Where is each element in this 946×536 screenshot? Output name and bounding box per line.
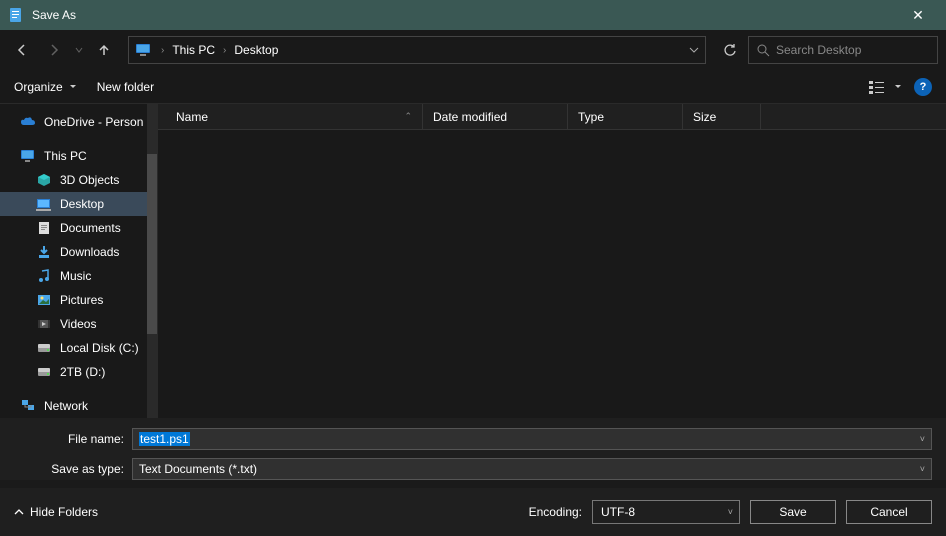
drive-icon [36, 340, 52, 356]
encoding-label: Encoding: [529, 505, 582, 519]
column-size[interactable]: Size [683, 104, 761, 129]
desktop-icon [36, 196, 52, 212]
file-list-body[interactable] [158, 130, 946, 418]
filename-input[interactable]: test1.ps1 ˅ [132, 428, 932, 450]
view-options-button[interactable] [869, 79, 902, 95]
hide-folders-toggle[interactable]: Hide Folders [14, 505, 98, 519]
column-date[interactable]: Date modified [423, 104, 568, 129]
sidebar-2tb-drive[interactable]: 2TB (D:) [0, 360, 157, 384]
sidebar-scrollbar[interactable] [147, 104, 157, 418]
navigation-pane: OneDrive - Person This PC 3D Objects Des… [0, 104, 158, 418]
breadcrumb-current[interactable]: Desktop [234, 43, 278, 57]
toolbar: Organize New folder ? [0, 70, 946, 104]
network-icon [20, 398, 36, 414]
column-spacer [761, 104, 946, 129]
download-icon [36, 244, 52, 260]
sidebar-onedrive[interactable]: OneDrive - Person [0, 110, 157, 134]
form-area: File name: test1.ps1 ˅ Save as type: Tex… [0, 418, 946, 480]
search-box[interactable]: Search Desktop [748, 36, 938, 64]
chevron-right-icon: › [161, 45, 164, 56]
address-dropdown-icon[interactable] [689, 43, 699, 57]
save-type-value: Text Documents (*.txt) [139, 462, 257, 476]
sidebar-pictures[interactable]: Pictures [0, 288, 157, 312]
breadcrumb-root[interactable]: This PC [172, 43, 215, 57]
sort-indicator-icon: ⌃ [404, 111, 412, 122]
music-icon [36, 268, 52, 284]
cube-icon [36, 172, 52, 188]
sidebar-desktop[interactable]: Desktop [0, 192, 157, 216]
window-title: Save As [32, 8, 898, 22]
sidebar-downloads[interactable]: Downloads [0, 240, 157, 264]
search-placeholder: Search Desktop [776, 43, 861, 57]
up-button[interactable] [90, 36, 118, 64]
filename-value: test1.ps1 [139, 432, 190, 446]
file-list: Name ⌃ Date modified Type Size [158, 104, 946, 418]
document-icon [36, 220, 52, 236]
title-bar: Save As ✕ [0, 0, 946, 30]
column-type[interactable]: Type [568, 104, 683, 129]
sidebar-network[interactable]: Network [0, 394, 157, 418]
search-icon [757, 44, 770, 57]
drive-icon [36, 364, 52, 380]
video-icon [36, 316, 52, 332]
address-bar[interactable]: › This PC › Desktop [128, 36, 706, 64]
sidebar-music[interactable]: Music [0, 264, 157, 288]
close-button[interactable]: ✕ [898, 7, 938, 24]
sidebar-videos[interactable]: Videos [0, 312, 157, 336]
chevron-down-icon[interactable]: ˅ [728, 507, 733, 517]
save-type-select[interactable]: Text Documents (*.txt) ˅ [132, 458, 932, 480]
recent-dropdown[interactable] [72, 36, 86, 64]
filename-label: File name: [14, 432, 124, 446]
chevron-down-icon[interactable]: ˅ [920, 434, 925, 444]
column-name[interactable]: Name ⌃ [158, 104, 423, 129]
navigation-bar: › This PC › Desktop Search Desktop [0, 30, 946, 70]
sidebar-this-pc[interactable]: This PC [0, 144, 157, 168]
help-button[interactable]: ? [914, 78, 932, 96]
main-area: OneDrive - Person This PC 3D Objects Des… [0, 104, 946, 418]
save-button[interactable]: Save [750, 500, 836, 524]
save-type-label: Save as type: [14, 462, 124, 476]
chevron-right-icon: › [223, 45, 226, 56]
chevron-down-icon [69, 83, 77, 91]
back-button[interactable] [8, 36, 36, 64]
new-folder-button[interactable]: New folder [97, 80, 154, 94]
forward-button[interactable] [40, 36, 68, 64]
sidebar-local-disk[interactable]: Local Disk (C:) [0, 336, 157, 360]
sidebar-documents[interactable]: Documents [0, 216, 157, 240]
chevron-down-icon[interactable]: ˅ [920, 464, 925, 474]
chevron-up-icon [14, 507, 24, 517]
encoding-select[interactable]: UTF-8 ˅ [592, 500, 740, 524]
column-headers: Name ⌃ Date modified Type Size [158, 104, 946, 130]
cloud-icon [20, 114, 36, 130]
refresh-button[interactable] [716, 36, 744, 64]
notepad-icon [8, 7, 24, 23]
cancel-button[interactable]: Cancel [846, 500, 932, 524]
organize-menu[interactable]: Organize [14, 80, 77, 94]
footer: Hide Folders Encoding: UTF-8 ˅ Save Canc… [0, 488, 946, 536]
pc-icon [20, 148, 36, 164]
sidebar-3d-objects[interactable]: 3D Objects [0, 168, 157, 192]
picture-icon [36, 292, 52, 308]
pc-icon [135, 43, 153, 57]
